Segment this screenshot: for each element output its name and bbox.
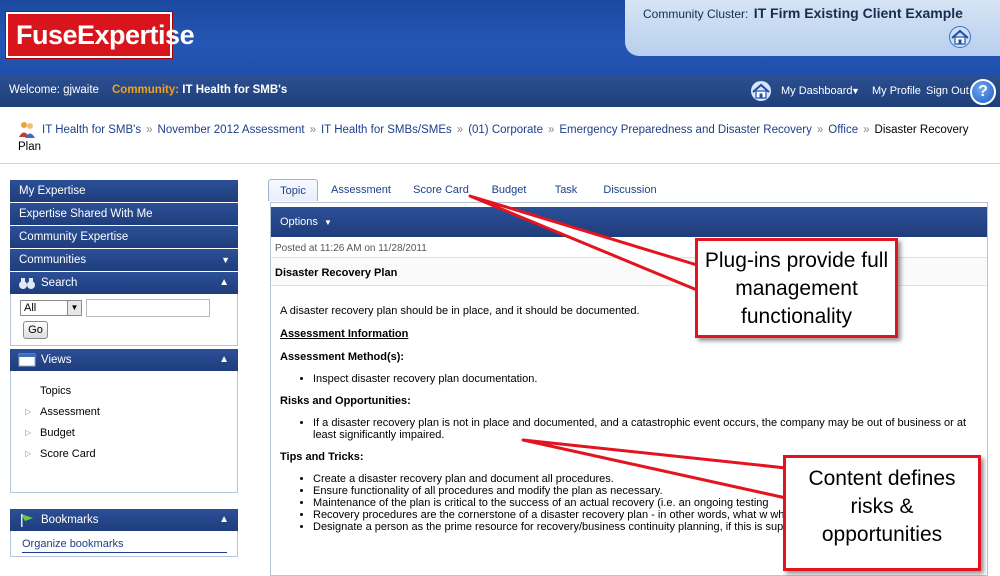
app-header: FuseExpertise Community Cluster: IT Firm… [0,0,1000,76]
nav-expertise-shared[interactable]: Expertise Shared With Me [10,203,238,225]
bookmarks-panel: Organize bookmarks [10,531,238,557]
tab-assessment[interactable]: Assessment [330,179,392,201]
search-input[interactable] [86,299,210,317]
breadcrumb-item[interactable]: November 2012 Assessment [158,124,305,136]
tab-score-card[interactable]: Score Card [411,179,471,201]
community-label: Community: [112,84,180,96]
list-item: If a disaster recovery plan is not in pl… [313,417,978,441]
my-dashboard-link[interactable]: My Dashboard [781,85,853,97]
plugins-callout: Plug-ins provide full management functio… [695,238,898,338]
view-item-score-card[interactable]: ▷ Score Card [25,448,96,460]
collapse-icon[interactable]: ▲ [219,272,229,294]
cluster-name: IT Firm Existing Client Example [753,5,963,21]
options-menu[interactable]: Options [280,216,318,228]
search-panel: All ▼ Go [10,294,238,346]
tab-budget[interactable]: Budget [489,179,529,201]
chevron-down-icon: ▼ [221,255,230,265]
dashboard-home-icon[interactable] [749,80,773,102]
binoculars-icon [19,278,35,289]
organize-bookmarks-link[interactable]: Organize bookmarks [22,538,124,550]
chevron-down-icon[interactable]: ▼ [851,86,860,96]
views-panel-header[interactable]: Views ▲ [10,349,238,371]
search-scope-select[interactable]: All ▼ [20,300,82,316]
my-profile-link[interactable]: My Profile [872,85,921,97]
view-item-budget[interactable]: ▷ Budget [25,427,75,439]
chevron-down-icon[interactable]: ▼ [324,218,332,227]
collapse-icon[interactable]: ▲ [219,349,229,371]
views-panel: Topics ▷ Assessment ▷ Budget ▷ Score Card [10,371,238,493]
breadcrumb-item[interactable]: IT Health for SMB's [42,124,141,136]
go-button[interactable]: Go [23,321,48,339]
cluster-label: Community Cluster: [643,7,749,21]
tab-bar: Topic Assessment Score Card Budget Task … [268,178,1000,202]
bookmark-flag-icon [21,514,33,527]
divider [22,552,227,553]
nav-community-expertise[interactable]: Community Expertise [10,226,238,248]
method-heading: Assessment Method(s): [280,351,405,363]
tab-task[interactable]: Task [552,179,580,201]
options-bar: Options ▼ [271,207,987,237]
bookmarks-panel-header[interactable]: Bookmarks ▲ [10,509,238,531]
collapse-icon[interactable]: ▲ [219,509,229,531]
risks-heading: Risks and Opportunities: [280,395,411,407]
tab-discussion[interactable]: Discussion [602,179,658,201]
nav-communities[interactable]: Communities ▼ [10,249,238,271]
view-item-assessment[interactable]: ▷ Assessment [25,406,100,418]
expand-icon[interactable]: ▷ [25,407,31,416]
breadcrumb-item[interactable]: Office [828,124,858,136]
breadcrumb-item[interactable]: IT Health for SMBs/SMEs [321,124,452,136]
help-icon[interactable]: ? [970,79,996,105]
community-name[interactable]: IT Health for SMB's [182,84,287,96]
welcome-bar: Welcome: gjwaite Community: IT Health fo… [0,76,1000,107]
expand-icon[interactable]: ▷ [25,449,31,458]
expand-icon[interactable]: ▷ [25,428,31,437]
content-callout: Content defines risks & opportunities [783,455,981,571]
view-item-topics[interactable]: Topics [40,385,71,397]
nav-my-expertise[interactable]: My Expertise [10,180,238,202]
community-cluster-panel: Community Cluster: IT Firm Existing Clie… [625,0,1000,56]
tab-topic[interactable]: Topic [268,179,318,201]
sign-out-link[interactable]: Sign Out [926,85,969,97]
views-window-icon [18,353,36,367]
fuseexpertise-logo[interactable]: FuseExpertise [6,12,195,58]
list-item: Inspect disaster recovery plan documenta… [313,373,978,385]
sidebar: My Expertise Expertise Shared With Me Co… [10,180,238,557]
chevron-down-icon: ▼ [67,301,81,315]
search-panel-header[interactable]: Search ▲ [10,272,238,294]
welcome-text: Welcome: gjwaite [9,84,99,96]
breadcrumb: IT Health for SMB's» November 2012 Assess… [0,108,1000,164]
breadcrumb-item[interactable]: Emergency Preparedness and Disaster Reco… [559,124,811,136]
home-icon[interactable] [947,26,973,48]
breadcrumb-item[interactable]: (01) Corporate [468,124,543,136]
